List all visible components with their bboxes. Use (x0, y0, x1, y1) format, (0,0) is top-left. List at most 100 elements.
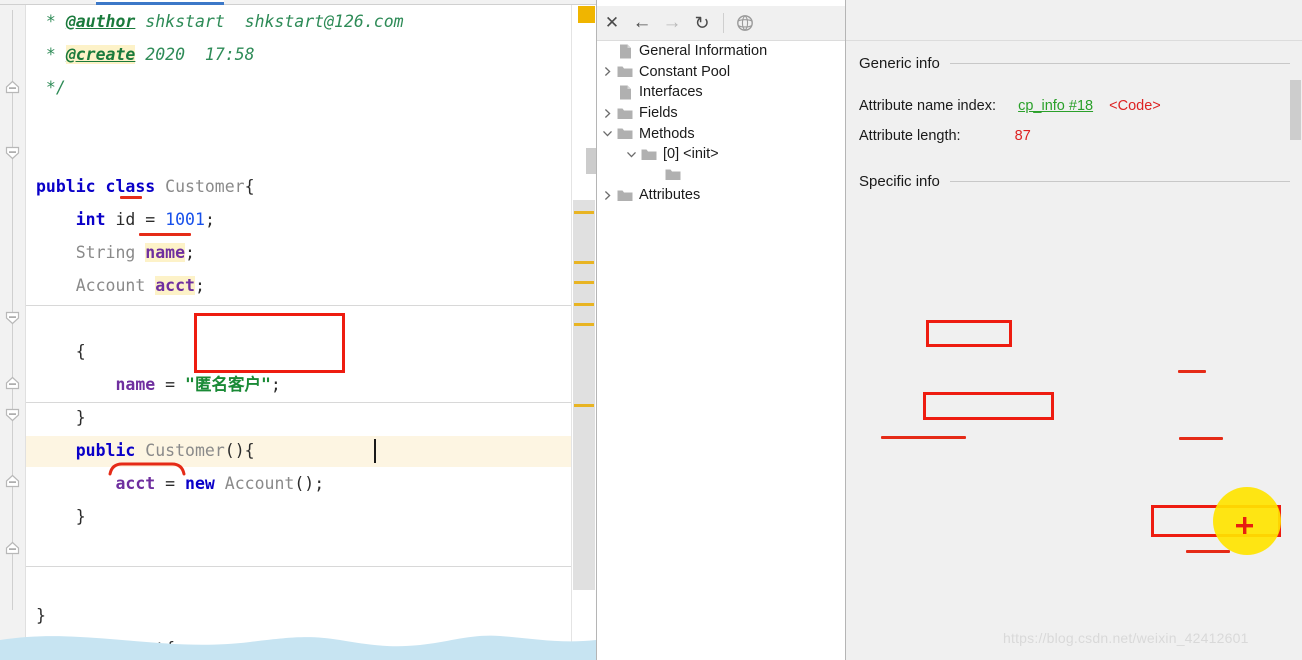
fold-end-icon[interactable] (5, 376, 21, 390)
code-token: */ (36, 78, 66, 97)
chevron-down-icon[interactable] (599, 126, 615, 142)
warning-marker-square[interactable] (578, 6, 595, 23)
watermark-text: https://blog.csdn.net/weixin_42412601 (1003, 630, 1249, 646)
code-line[interactable]: String name; (36, 236, 195, 269)
code-token: } (36, 507, 86, 526)
code-token: Customer (165, 177, 245, 196)
marker-tick[interactable] (574, 261, 594, 264)
code-token: acct (155, 276, 195, 295)
chevron-right-icon[interactable] (599, 105, 615, 121)
decorative-wave (0, 626, 596, 660)
marker-tick[interactable] (574, 303, 594, 306)
back-arrow-icon[interactable]: ← (627, 8, 657, 38)
marker-tick[interactable] (574, 281, 594, 284)
annotation-box-sipush (926, 320, 1012, 347)
mouse-cursor-crosshair-icon (1236, 517, 1253, 534)
code-line[interactable]: } (36, 401, 86, 434)
code-token: (){ (224, 441, 255, 460)
tree-item-general-information[interactable]: General Information (597, 41, 846, 62)
tree-item-label: [0] Code (687, 166, 742, 183)
folder-icon (663, 167, 683, 183)
folder-icon (639, 146, 659, 162)
annotation-curve-acct (108, 462, 186, 476)
tree-item-constant-pool[interactable]: Constant Pool (597, 62, 846, 83)
tree-item-0-code[interactable]: [0] Code (597, 165, 846, 186)
editor-scrollbar-thumb-secondary[interactable] (586, 148, 596, 174)
tree-item-label: Fields (639, 105, 678, 122)
generic-info-title: Generic info (859, 55, 940, 72)
code-token: "匿名客户" (185, 375, 271, 394)
tree-item-interfaces[interactable]: Interfaces (597, 82, 846, 103)
editor-scrollbar-thumb[interactable] (573, 200, 595, 590)
forward-arrow-icon[interactable]: → (657, 8, 687, 38)
class-structure-tree-pane[interactable]: ✕ ← → ↻ General Information Constant Pool… (596, 0, 846, 660)
marker-tick[interactable] (574, 323, 594, 326)
editor-gutter[interactable] (0, 5, 26, 660)
code-token: acct (115, 474, 156, 493)
tree-twisty-placeholder (599, 43, 615, 59)
tree-item-label: Methods (639, 125, 695, 142)
annotation-box-anonymous-string (194, 313, 345, 373)
browser-globe-icon[interactable] (730, 8, 760, 38)
code-line[interactable]: int id = 1001; (36, 203, 215, 236)
specific-info-title: Specific info (859, 173, 940, 190)
fold-collapse-icon[interactable] (5, 146, 21, 160)
code-line[interactable]: * @create 2020 17:58 (36, 38, 255, 71)
annotation-underline-id (120, 196, 142, 199)
code-line[interactable]: { (36, 335, 86, 368)
fold-rail (12, 10, 13, 610)
chevron-right-icon[interactable] (647, 167, 663, 183)
code-token: * (36, 12, 66, 31)
code-token: new (185, 474, 225, 493)
attribute-detail-pane: Generic info Attribute name index: cp_in… (845, 0, 1302, 660)
specific-info-header: Specific info (859, 173, 1299, 190)
code-line[interactable]: * @author shkstart shkstart@126.com (36, 5, 404, 38)
code-token: { (36, 342, 86, 361)
tree-item-attributes[interactable]: Attributes (597, 185, 846, 206)
fold-end-icon[interactable] (5, 474, 21, 488)
tree-twisty-placeholder (599, 84, 615, 100)
chevron-right-icon[interactable] (599, 187, 615, 203)
fold-collapse-icon[interactable] (5, 311, 21, 325)
tree-item-methods[interactable]: Methods (597, 123, 846, 144)
code-line[interactable]: Account acct; (36, 269, 205, 302)
detail-scrollbar-thumb[interactable] (1290, 80, 1301, 140)
code-token: Account (224, 474, 295, 493)
member-separator (26, 566, 571, 567)
code-line[interactable]: } (36, 500, 86, 533)
chevron-right-icon[interactable] (599, 64, 615, 80)
detail-top-strip (846, 6, 1302, 41)
code-token: public (75, 441, 146, 460)
code-line[interactable]: public class Customer{ (36, 170, 255, 203)
code-token: @author (65, 12, 136, 31)
section-rule (949, 63, 1299, 64)
marker-tick[interactable] (574, 404, 594, 407)
marker-tick[interactable] (574, 211, 594, 214)
code-token: Customer (145, 441, 225, 460)
cp-info-link[interactable]: cp_info #18 (1018, 98, 1093, 114)
fold-end-icon[interactable] (5, 80, 21, 94)
close-icon[interactable]: ✕ (597, 8, 627, 38)
tree-toolbar[interactable]: ✕ ← → ↻ (597, 6, 846, 41)
toolbar-divider (723, 13, 724, 33)
code-editor-pane[interactable]: * @author shkstart shkstart@126.com * @c… (0, 0, 596, 660)
refresh-icon[interactable]: ↻ (687, 8, 717, 38)
tree-list[interactable]: General Information Constant Pool Interfac… (597, 41, 846, 621)
code-token: ; (270, 375, 281, 394)
app-window: * @author shkstart shkstart@126.com * @c… (0, 0, 1302, 660)
fold-collapse-icon[interactable] (5, 408, 21, 422)
tree-item-fields[interactable]: Fields (597, 103, 846, 124)
code-line[interactable]: */ (36, 71, 66, 104)
chevron-down-icon[interactable] (623, 146, 639, 162)
fold-end-icon[interactable] (5, 541, 21, 555)
file-icon (615, 84, 635, 100)
tree-item-0-init[interactable]: [0] <init> (597, 144, 846, 165)
code-token: name (145, 243, 186, 262)
annotation-underline-putfield (881, 436, 966, 439)
code-token: } (36, 408, 86, 427)
text-caret (374, 439, 376, 463)
code-token: (); (294, 474, 325, 493)
